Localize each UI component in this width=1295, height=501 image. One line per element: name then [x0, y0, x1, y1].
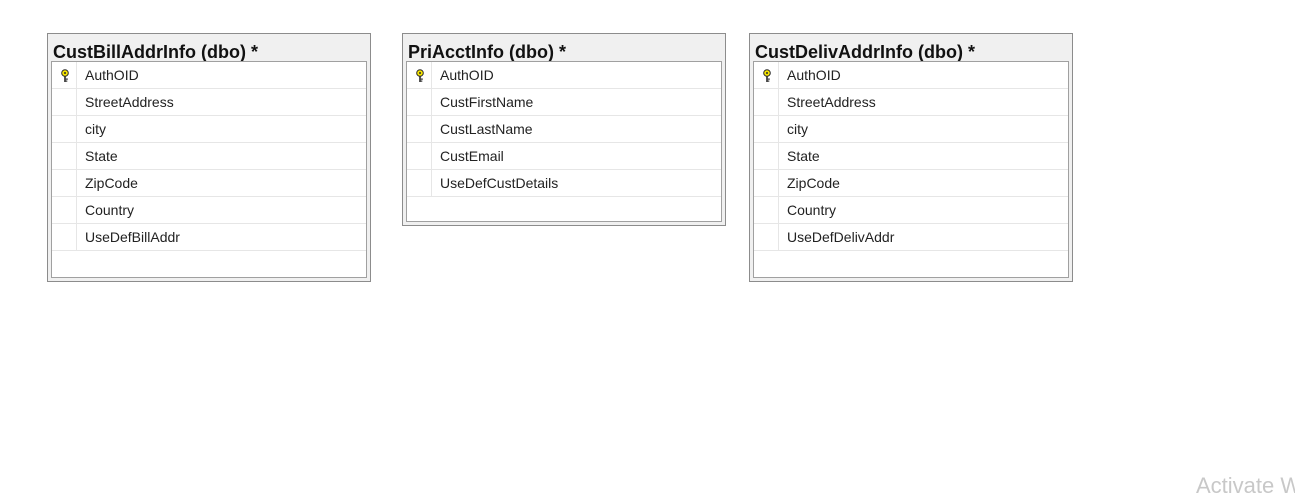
column-name: ZipCode — [85, 175, 138, 191]
table-custbilladdrinfo[interactable]: CustBillAddrInfo (dbo) * AuthOID StreetA… — [47, 33, 371, 282]
column-row[interactable]: AuthOID — [407, 62, 721, 89]
column-name: Country — [85, 202, 135, 218]
column-row[interactable]: StreetAddress — [754, 89, 1068, 116]
column-name: AuthOID — [440, 67, 494, 83]
table-priacctinfo[interactable]: PriAcctInfo (dbo) * AuthOID CustFirstNam… — [402, 33, 726, 226]
column-row[interactable]: ZipCode — [754, 170, 1068, 197]
column-row[interactable]: UseDefCustDetails — [407, 170, 721, 197]
row-selector[interactable] — [754, 116, 779, 142]
row-selector[interactable] — [754, 170, 779, 196]
row-selector[interactable] — [407, 62, 432, 88]
column-row[interactable]: ZipCode — [52, 170, 366, 197]
row-selector[interactable] — [754, 62, 779, 88]
row-selector[interactable] — [407, 170, 432, 196]
row-selector[interactable] — [754, 143, 779, 169]
table-title[interactable]: PriAcctInfo (dbo) * — [408, 40, 718, 61]
column-row[interactable]: city — [754, 116, 1068, 143]
row-selector[interactable] — [52, 170, 77, 196]
column-row[interactable]: UseDefDelivAddr — [754, 224, 1068, 251]
row-selector[interactable] — [52, 89, 77, 115]
column-name: StreetAddress — [787, 94, 876, 110]
column-name: State — [787, 148, 820, 164]
column-name: UseDefBillAddr — [85, 229, 180, 245]
column-grid: AuthOID StreetAddress city State ZipCode… — [753, 61, 1069, 278]
row-selector[interactable] — [52, 224, 77, 250]
column-name: CustFirstName — [440, 94, 534, 110]
column-name: city — [85, 121, 106, 137]
column-name: CustEmail — [440, 148, 504, 164]
column-row[interactable]: CustLastName — [407, 116, 721, 143]
row-selector[interactable] — [52, 62, 77, 88]
column-row[interactable]: Country — [52, 197, 366, 224]
activation-watermark: Activate W — [1196, 473, 1295, 498]
column-row[interactable]: StreetAddress — [52, 89, 366, 116]
column-name: StreetAddress — [85, 94, 174, 110]
row-selector[interactable] — [407, 116, 432, 142]
row-selector[interactable] — [754, 224, 779, 250]
row-selector[interactable] — [407, 89, 432, 115]
column-name: Country — [787, 202, 837, 218]
row-selector[interactable] — [52, 116, 77, 142]
column-grid: AuthOID CustFirstName CustLastName CustE… — [406, 61, 722, 222]
column-row[interactable]: AuthOID — [754, 62, 1068, 89]
row-selector[interactable] — [52, 143, 77, 169]
row-selector[interactable] — [754, 89, 779, 115]
column-name: CustLastName — [440, 121, 533, 137]
column-name: AuthOID — [787, 67, 841, 83]
column-row[interactable]: AuthOID — [52, 62, 366, 89]
row-selector[interactable] — [52, 197, 77, 223]
column-name: AuthOID — [85, 67, 139, 83]
table-custdelivaddrinfo[interactable]: CustDelivAddrInfo (dbo) * AuthOID Street… — [749, 33, 1073, 282]
table-title[interactable]: CustBillAddrInfo (dbo) * — [53, 40, 363, 61]
column-row[interactable]: city — [52, 116, 366, 143]
column-name: UseDefCustDetails — [440, 175, 559, 191]
column-grid: AuthOID StreetAddress city State ZipCode… — [51, 61, 367, 278]
table-title[interactable]: CustDelivAddrInfo (dbo) * — [755, 40, 1065, 61]
row-selector[interactable] — [407, 143, 432, 169]
column-name: ZipCode — [787, 175, 840, 191]
column-row[interactable]: CustEmail — [407, 143, 721, 170]
column-row[interactable]: State — [52, 143, 366, 170]
column-row[interactable]: Country — [754, 197, 1068, 224]
column-name: State — [85, 148, 118, 164]
row-selector[interactable] — [754, 197, 779, 223]
column-name: city — [787, 121, 808, 137]
column-name: UseDefDelivAddr — [787, 229, 895, 245]
primary-key-icon — [61, 69, 69, 82]
primary-key-icon — [763, 69, 771, 82]
primary-key-icon — [416, 69, 424, 82]
column-row[interactable]: State — [754, 143, 1068, 170]
column-row[interactable]: CustFirstName — [407, 89, 721, 116]
column-row[interactable]: UseDefBillAddr — [52, 224, 366, 251]
